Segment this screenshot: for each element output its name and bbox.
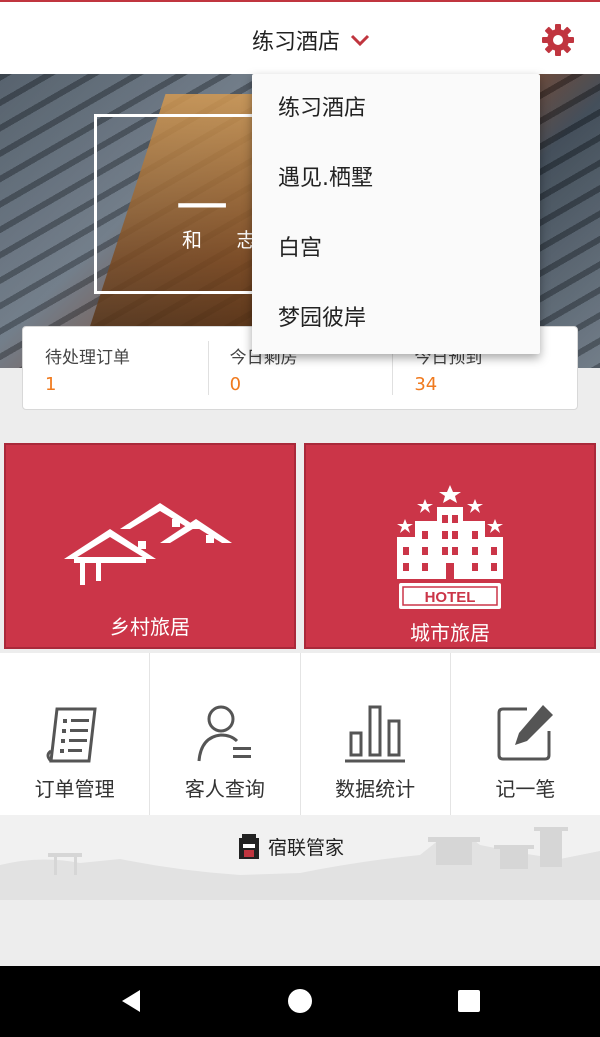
system-nav-bar	[0, 966, 600, 1037]
guest-search-icon	[197, 705, 251, 762]
data-statistics-button[interactable]: 数据统计	[301, 653, 451, 815]
dropdown-item[interactable]: 白宫	[252, 214, 540, 284]
order-management-label: 订单管理	[34, 777, 115, 801]
stat-label: 待处理订单	[45, 348, 130, 368]
data-statistics-label: 数据统计	[335, 777, 416, 801]
take-note-label: 记一笔	[495, 777, 556, 801]
rural-stay-tile[interactable]: 乡村旅居	[4, 443, 296, 649]
feature-grid: 订单管理 客人查询 数据统计 记一笔	[0, 653, 600, 815]
bar-chart-icon	[345, 705, 406, 763]
recents-square-icon[interactable]	[457, 988, 481, 1014]
gear-icon[interactable]	[540, 22, 576, 58]
rural-stay-label: 乡村旅居	[110, 615, 190, 639]
footer-brand-strip: 宿联管家	[0, 815, 600, 900]
brand-name: 宿联管家	[268, 837, 345, 859]
hotel-sign-text: HOTEL	[425, 589, 476, 606]
brand-logo-icon	[239, 833, 259, 859]
order-management-button[interactable]: 订单管理	[0, 653, 151, 815]
guest-search-label: 客人查询	[184, 777, 265, 801]
city-stay-label: 城市旅居	[410, 621, 490, 645]
hotel-selector-label: 练习酒店	[252, 30, 341, 55]
city-stay-tile[interactable]: HOTEL 城市旅居	[304, 443, 596, 649]
dropdown-item[interactable]: 遇见.栖墅	[252, 144, 540, 214]
top-bar: 练习酒店	[0, 0, 600, 74]
hotel-dropdown-menu: 练习酒店 遇见.栖墅 白宫 梦园彼岸	[252, 74, 540, 354]
note-edit-icon	[497, 705, 554, 761]
app-brand: 宿联管家	[238, 833, 344, 860]
stat-value: 1	[45, 374, 57, 395]
take-note-button[interactable]: 记一笔	[451, 653, 600, 815]
order-document-icon	[46, 707, 97, 763]
chevron-down-icon	[350, 34, 370, 47]
stat-value: 0	[229, 374, 242, 395]
stat-pending-orders[interactable]: 待处理订单 1	[23, 327, 208, 409]
home-circle-icon[interactable]	[287, 988, 313, 1014]
hotel-building-icon: HOTEL	[397, 485, 503, 609]
stat-value: 34	[414, 374, 438, 395]
dropdown-item[interactable]: 梦园彼岸	[252, 284, 540, 354]
hotel-selector[interactable]: 练习酒店	[252, 22, 370, 58]
back-triangle-icon[interactable]	[118, 988, 144, 1014]
village-houses-icon	[64, 503, 232, 585]
dropdown-item[interactable]: 练习酒店	[252, 74, 540, 144]
guest-search-button[interactable]: 客人查询	[150, 653, 301, 815]
